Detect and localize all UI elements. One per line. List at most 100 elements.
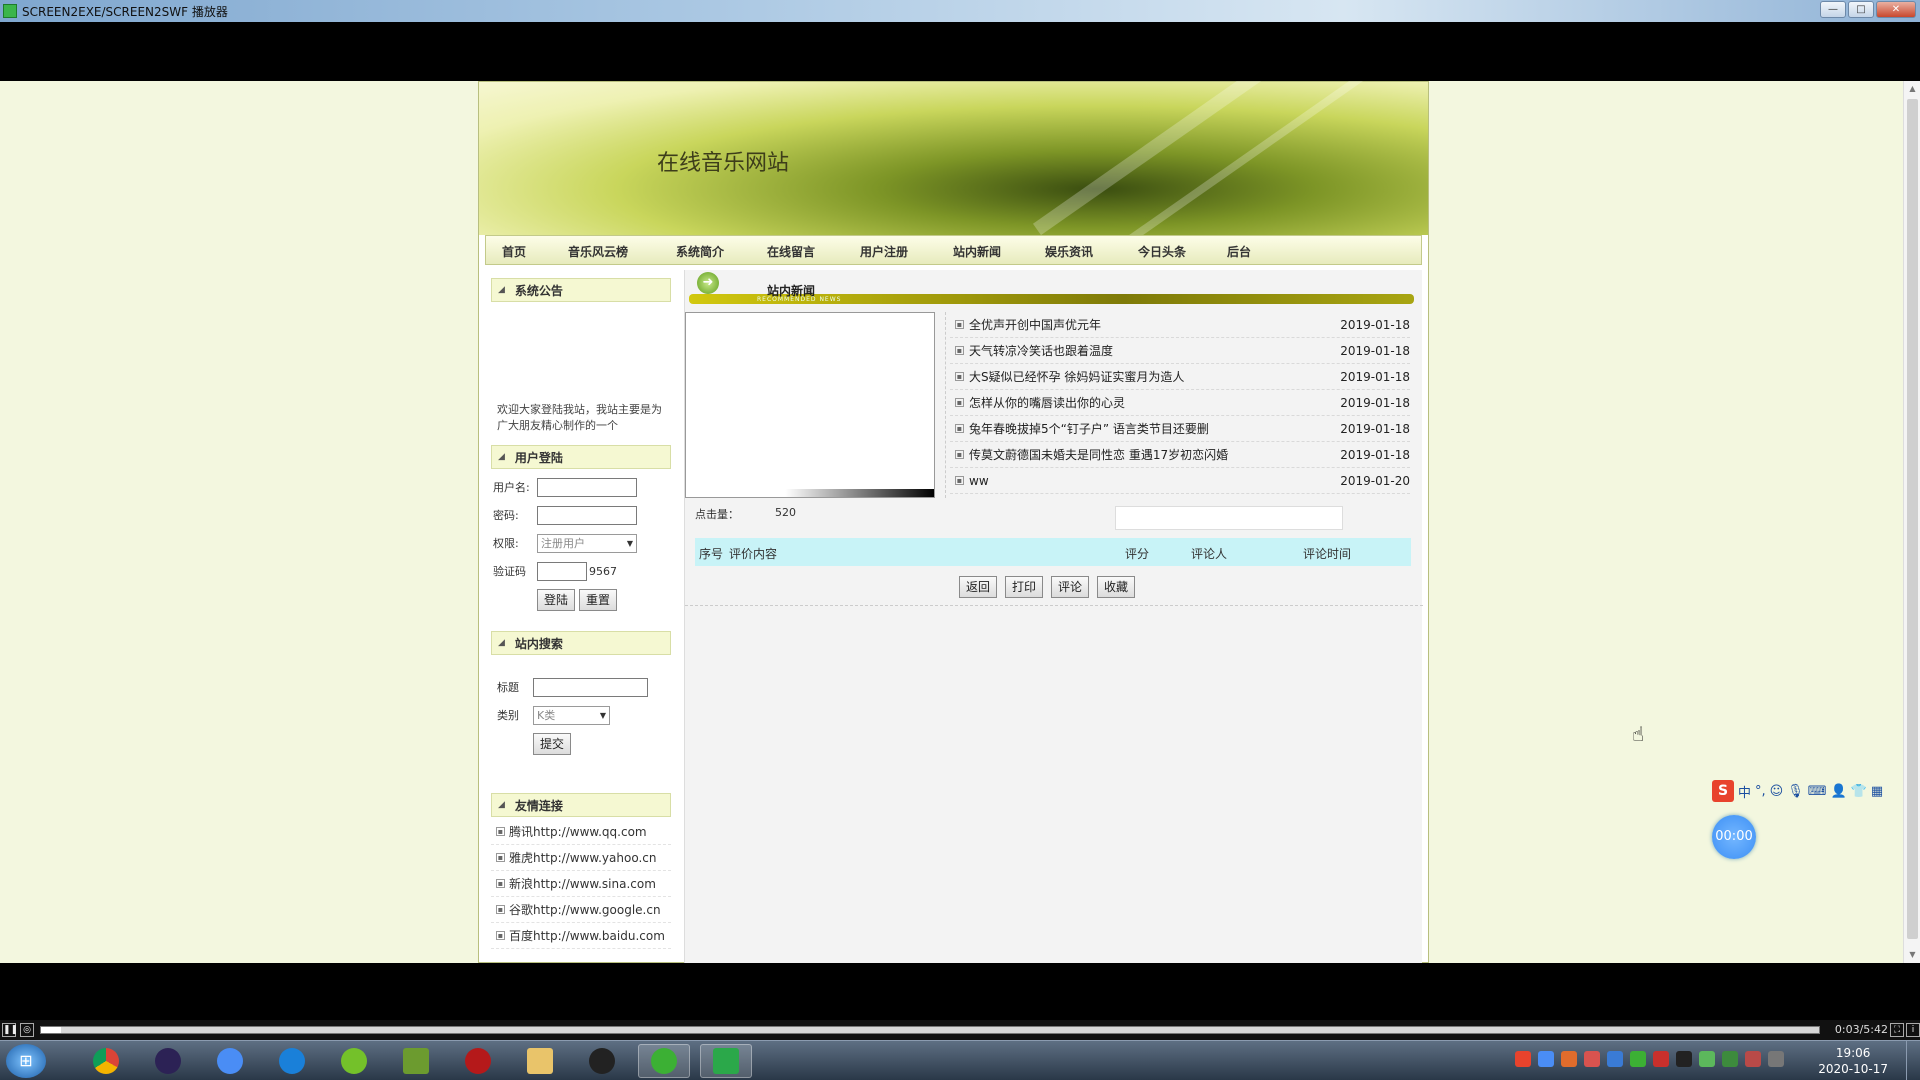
eclipse-taskbar-button[interactable] [142, 1044, 194, 1078]
sogou-tray-icon[interactable] [1515, 1051, 1531, 1067]
captcha-row: 验证码 9567 [493, 557, 671, 585]
vertical-scrollbar[interactable]: ▲ ▼ [1903, 81, 1920, 963]
search-submit-button[interactable]: 提交 [533, 733, 572, 755]
pause-icon[interactable]: ❚❚ [2, 1023, 18, 1037]
search-category-label: 类别 [497, 709, 519, 722]
role-select[interactable]: 注册用户 ▼ [537, 533, 637, 553]
action-buttons: 返回 打印 评论 收藏 [685, 572, 1423, 606]
nav-admin[interactable]: 后台 [1227, 243, 1251, 260]
grid-icon[interactable]: ▦ [1871, 784, 1883, 799]
nav-guestbook[interactable]: 在线留言 [767, 243, 815, 260]
minimize-button[interactable]: — [1820, 1, 1846, 18]
news-item[interactable]: ▪ 天气转凉冷笑话也跟着温度 2019-01-18 [950, 338, 1410, 364]
maximize-button[interactable]: □ [1848, 1, 1874, 18]
scroll-thumb[interactable] [1907, 99, 1918, 939]
close-button[interactable]: ✕ [1876, 1, 1916, 18]
news-item[interactable]: ▪ 全优声开创中国声优元年 2019-01-18 [950, 312, 1410, 338]
friend-link[interactable]: ▪ 新浪http://www.sina.com [491, 871, 671, 897]
explorer-taskbar-button[interactable] [514, 1044, 566, 1078]
reset-button[interactable]: 重置 [579, 589, 618, 611]
emoji-icon[interactable]: ☺ [1770, 784, 1784, 799]
username-input[interactable] [537, 477, 637, 497]
comment-button[interactable]: 评论 [1051, 576, 1090, 598]
user-icon[interactable]: 👤 [1831, 784, 1847, 799]
login-button[interactable]: 登陆 [537, 589, 576, 611]
nav-music-chart[interactable]: 音乐风云榜 [568, 243, 628, 260]
floating-timer[interactable]: 00:00 [1712, 815, 1756, 859]
bluetooth-tray-icon[interactable] [1538, 1051, 1554, 1067]
wechat-taskbar-button[interactable] [638, 1044, 690, 1078]
info-icon[interactable]: i [1906, 1023, 1920, 1037]
news-item[interactable]: ▪ ww 2019-01-20 [950, 468, 1410, 494]
taskbar: ⊞ 19:06 2020-10-17 [0, 1040, 1920, 1080]
fullscreen-icon[interactable]: ⛶ [1890, 1023, 1904, 1037]
scroll-down-icon[interactable]: ▼ [1904, 947, 1920, 963]
sogou-logo-icon[interactable]: S [1712, 780, 1734, 802]
bullet-icon: ▪ [955, 346, 964, 355]
notice-title: 系统公告 [514, 283, 563, 298]
volume-tray-icon[interactable] [1745, 1051, 1761, 1067]
security-tray-icon[interactable] [1584, 1051, 1600, 1067]
nav-system-intro[interactable]: 系统简介 [676, 243, 724, 260]
seek-bar[interactable] [40, 1026, 1820, 1034]
qq-tray-icon[interactable] [1676, 1051, 1692, 1067]
stop-icon[interactable]: ◎ [20, 1023, 34, 1037]
nav-headlines[interactable]: 今日头条 [1138, 243, 1186, 260]
login-buttons: 登陆 重置 [493, 585, 671, 619]
nav-register[interactable]: 用户注册 [860, 243, 908, 260]
back-button[interactable]: 返回 [959, 576, 998, 598]
news-item[interactable]: ▪ 传莫文蔚德国未婚夫是同性恋 重遇17岁初恋闪婚 2019-01-18 [950, 442, 1410, 468]
cloud-icon [217, 1048, 243, 1074]
rating-box [1115, 506, 1343, 530]
nvidia-tray-icon[interactable] [1722, 1051, 1738, 1067]
password-input[interactable] [537, 505, 637, 525]
baidu-netdisk-taskbar-button[interactable] [204, 1044, 256, 1078]
editor-taskbar-button[interactable] [390, 1044, 442, 1078]
app-taskbar-button[interactable] [328, 1044, 380, 1078]
scroll-up-icon[interactable]: ▲ [1904, 81, 1920, 97]
punctuation-icon[interactable]: °, [1755, 784, 1766, 799]
flash-taskbar-button[interactable] [452, 1044, 504, 1078]
display-tray-icon[interactable] [1768, 1051, 1784, 1067]
bullet-icon: ▪ [955, 450, 964, 459]
login-title: 用户登陆 [514, 450, 563, 465]
friend-link[interactable]: ▪ 百度http://www.baidu.com [491, 923, 671, 949]
print-button[interactable]: 打印 [1005, 576, 1044, 598]
chrome-taskbar-button[interactable] [80, 1044, 132, 1078]
search-title-input[interactable] [533, 677, 648, 697]
news-item[interactable]: ▪ 大S疑似已经怀孕 徐妈妈证实蜜月为造人 2019-01-18 [950, 364, 1410, 390]
update-tray-icon[interactable] [1561, 1051, 1577, 1067]
friend-link-label: 腾讯http://www.qq.com [509, 825, 647, 839]
shield-tray-icon[interactable] [1607, 1051, 1623, 1067]
wechat-tray-icon[interactable] [1630, 1051, 1646, 1067]
favorite-button[interactable]: 收藏 [1097, 576, 1136, 598]
ime-mode[interactable]: 中 [1738, 782, 1751, 801]
friend-link[interactable]: ▪ 谷歌http://www.google.cn [491, 897, 671, 923]
nav-site-news[interactable]: 站内新闻 [953, 243, 1001, 260]
show-desktop-button[interactable] [1906, 1041, 1920, 1080]
microphone-icon[interactable]: 🎙 [1787, 784, 1804, 799]
taskbar-clock[interactable]: 19:06 2020-10-17 [1818, 1045, 1888, 1077]
keyboard-icon[interactable]: ⌨ [1808, 784, 1827, 799]
friend-link[interactable]: ▪ 腾讯http://www.qq.com [491, 819, 671, 845]
app-icon [3, 4, 17, 18]
nav-home[interactable]: 首页 [502, 243, 526, 260]
site-banner: 在线音乐网站 [479, 81, 1428, 269]
news-item[interactable]: ▪ 怎样从你的嘴唇读出你的心灵 2019-01-18 [950, 390, 1410, 416]
antivirus-tray-icon[interactable] [1653, 1051, 1669, 1067]
shirt-icon[interactable]: 👕 [1851, 784, 1867, 799]
captcha-input[interactable] [537, 561, 587, 581]
friend-link[interactable]: ▪ 雅虎http://www.yahoo.cn [491, 845, 671, 871]
site-container: 在线音乐网站 首页 音乐风云榜 系统简介 在线留言 用户注册 站内新闻 娱乐资讯… [478, 81, 1429, 963]
arrow-right-icon: ➜ [697, 272, 719, 294]
news-item[interactable]: ▪ 兔年春晚拔掉5个“钉子户” 语言类节目还要删 2019-01-18 [950, 416, 1410, 442]
username-label: 用户名: [493, 481, 530, 494]
player-taskbar-button[interactable] [700, 1044, 752, 1078]
window-controls: — □ ✕ [1820, 1, 1916, 18]
nav-entertainment[interactable]: 娱乐资讯 [1045, 243, 1093, 260]
start-button[interactable]: ⊞ [6, 1044, 46, 1078]
network-tray-icon[interactable] [1699, 1051, 1715, 1067]
search-category-select[interactable]: K类 ▼ [533, 705, 610, 725]
browser-taskbar-button[interactable] [266, 1044, 318, 1078]
qq-taskbar-button[interactable] [576, 1044, 628, 1078]
